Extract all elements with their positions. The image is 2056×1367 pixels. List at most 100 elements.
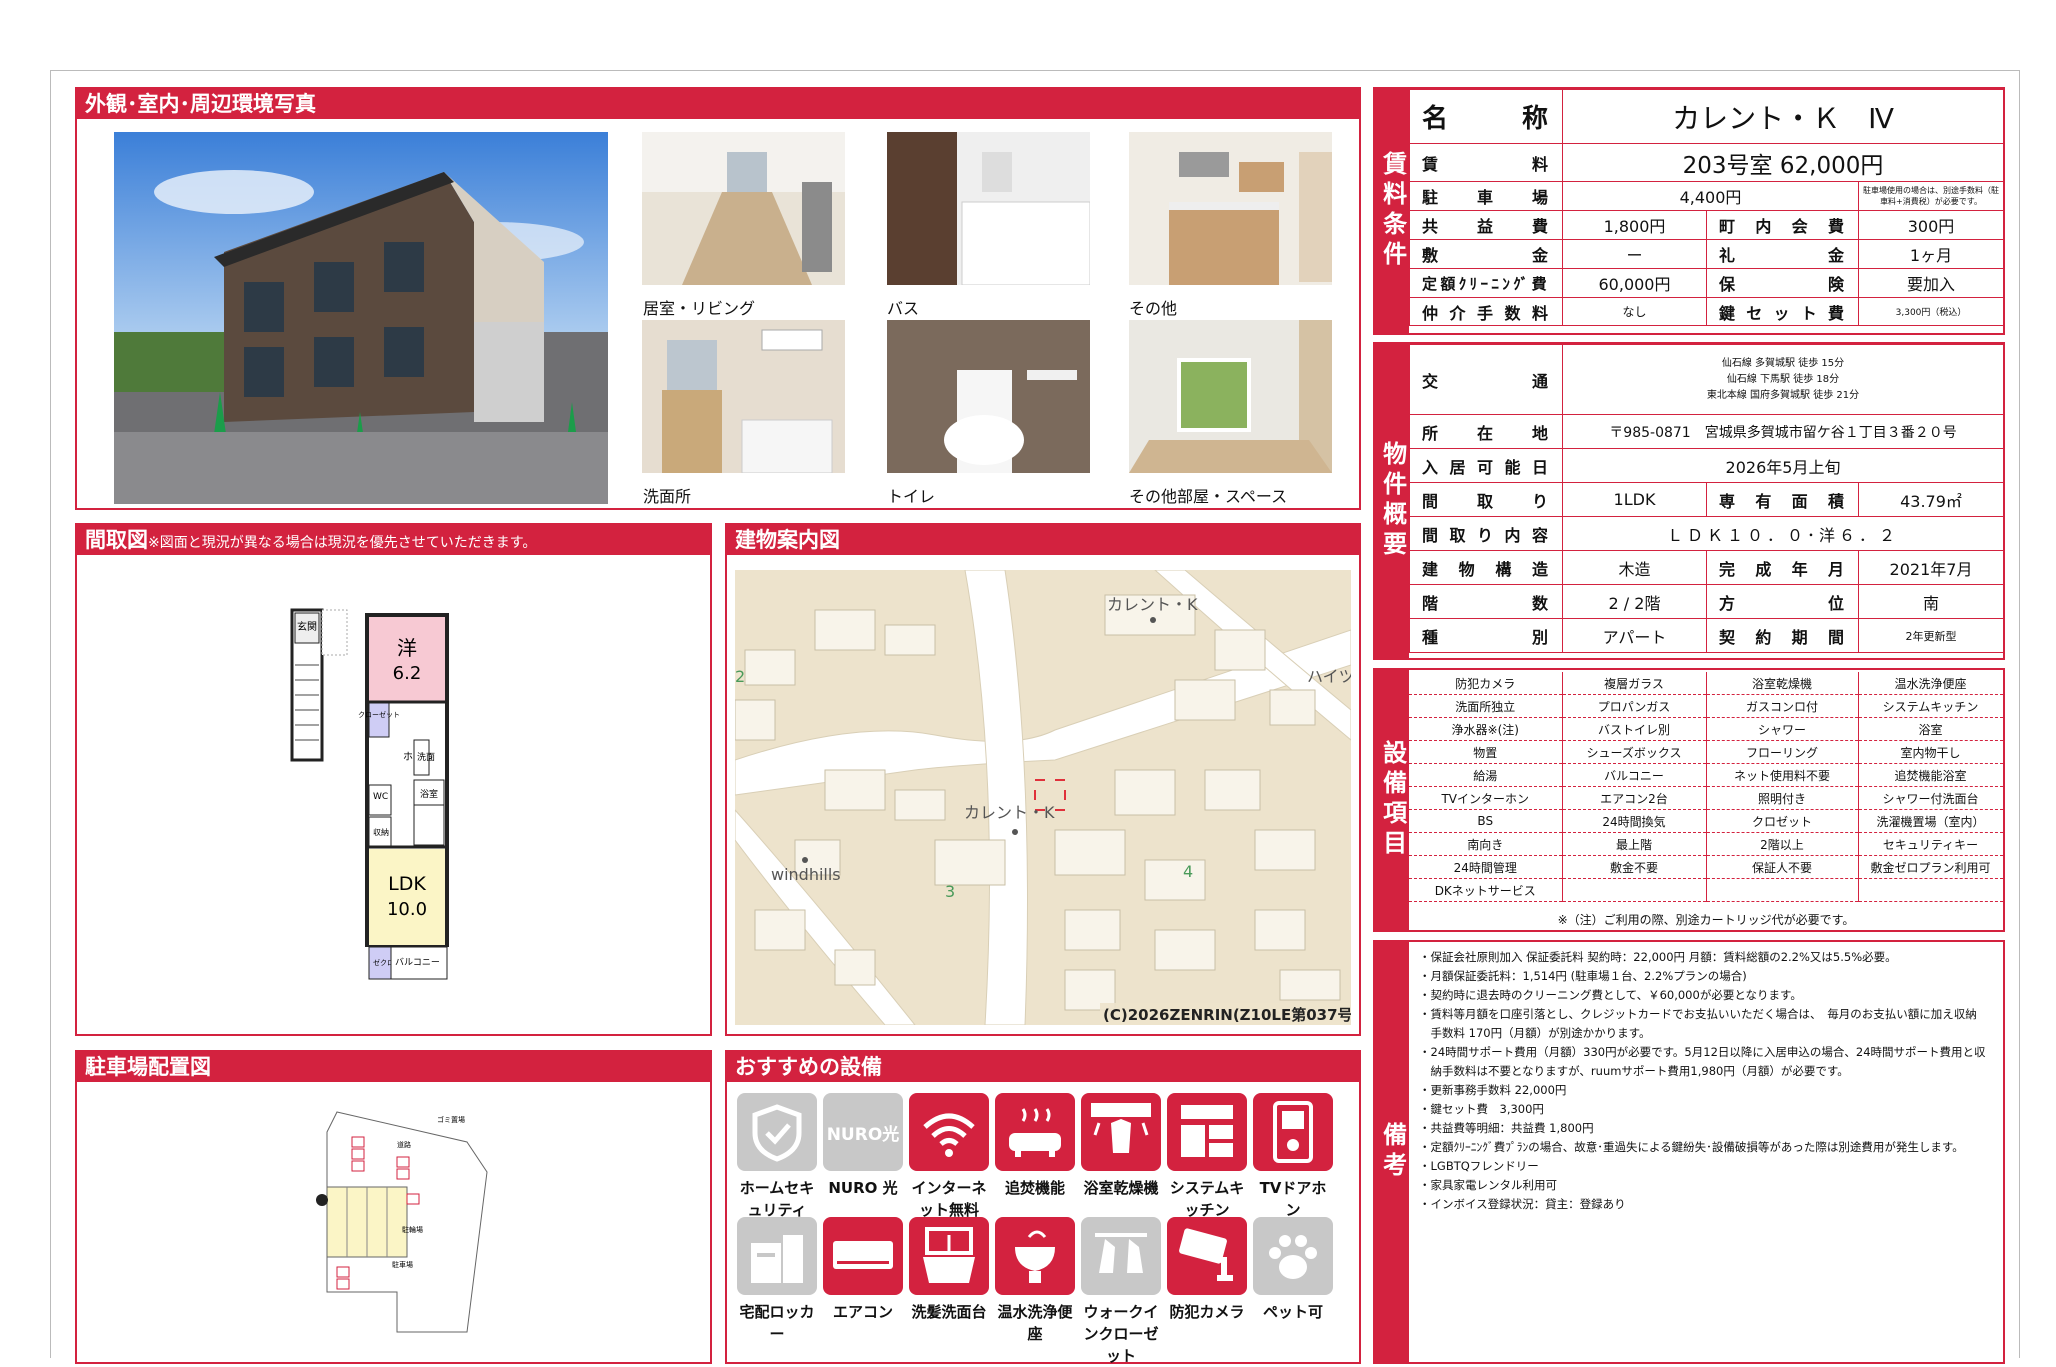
floors-label: 階数 xyxy=(1409,584,1563,619)
caption-living: 居室・リビング xyxy=(643,299,756,318)
equipment-item: 南向き xyxy=(1409,832,1563,856)
rental-table: 名称 カレント・Ｋ Ⅳ 賃料 203号室 62,000円 駐車場 4,400円 … xyxy=(1409,89,2005,326)
equipment-row: 防犯カメラ 複層ガラス 浴室乾燥機 温水洗浄便座 xyxy=(1409,672,2004,695)
equipment-item: DKネットサービス xyxy=(1409,878,1563,902)
rental-tab: 賃料条件 xyxy=(1375,89,1409,333)
rental-panel: 賃料条件 名称 カレント・Ｋ Ⅳ 賃料 203号室 62,000円 駐車場 4,… xyxy=(1373,87,2005,335)
equipment-item: クロゼット xyxy=(1706,809,1859,833)
address-label: 所在地 xyxy=(1409,414,1563,449)
cleaning-fee-label: 定額ｸﾘｰﾆﾝｸﾞ費 xyxy=(1409,268,1563,298)
recommended-item: 浴室乾燥機 xyxy=(1081,1093,1161,1199)
equipment-tab: 設備項目 xyxy=(1375,670,1409,930)
label-balcony: バルコニー xyxy=(395,957,440,968)
recommended-item: ホームセキュリティ xyxy=(737,1093,817,1221)
remark-line: ・月額保証委託料：1,514円 (駐車場１台、2.2%プランの場合) xyxy=(1419,969,1747,983)
other-room-photo[interactable] xyxy=(1129,320,1332,473)
equipment-row: DKネットサービス xyxy=(1409,878,2004,902)
recommended-item-label: 温水洗浄便座 xyxy=(997,1303,1073,1343)
deposit-value: ー xyxy=(1562,239,1707,269)
equipment-item: 洗面所独立 xyxy=(1409,694,1563,718)
nuro-icon: NURO光 xyxy=(823,1093,903,1171)
recommended-item-label: TVドアホン xyxy=(1259,1179,1327,1219)
town-fee-value: 300円 xyxy=(1857,210,2005,240)
map-copyright: (C)2026ZENRIN(Z10LE第037号) xyxy=(1103,1006,1351,1024)
equipment-row: 物置 シューズボックス フローリング 室内物干し xyxy=(1409,740,2004,764)
layout-detail-label: 間取り内容 xyxy=(1409,516,1563,551)
equipment-item: バストイレ別 xyxy=(1562,717,1707,741)
structure-value: 木造 xyxy=(1562,550,1707,585)
equipment-item: 室内物干し xyxy=(1858,740,2004,764)
equipment-footnote: ※（注）ご利用の際、別途カートリッジ代が必要です。 xyxy=(1557,913,1855,927)
remark-line: ・共益費等明細：共益費 1,800円 xyxy=(1419,1121,1594,1135)
equipment-item: 物置 xyxy=(1409,740,1563,764)
floorplan-panel: 間取図※図面と現況が異なる場合は現況を優先させていただきます。 玄関 洋 6.2… xyxy=(75,523,712,1036)
label-ldk-size: 10.0 xyxy=(387,899,427,920)
remark-line: ・鍵セット費 3,300円 xyxy=(1419,1102,1544,1116)
equipment-item: プロパンガス xyxy=(1562,694,1707,718)
washroom-photo[interactable] xyxy=(642,320,845,473)
common-fee-label: 共益費 xyxy=(1409,210,1563,240)
equipment-table: 防犯カメラ 複層ガラス 浴室乾燥機 温水洗浄便座 洗面所独立 プロパンガス ガスコンロ付 シス… xyxy=(1409,672,2004,902)
movein-label: 入居可能日 xyxy=(1409,448,1563,483)
equipment-item: ネット使用料不要 xyxy=(1706,763,1859,787)
equipment-item: TVインターホン xyxy=(1409,786,1563,810)
equipment-item: 敷金不要 xyxy=(1562,855,1707,879)
town-fee-label: 町内会費 xyxy=(1706,210,1859,240)
recommended-item-label: ホームセキュリティ xyxy=(739,1179,815,1219)
equipment-item: 防犯カメラ xyxy=(1409,672,1563,695)
floorplan-drawing: 玄関 洋 6.2 クローゼット ホール 洗面 浴室 WC 収納 LDK 10.0… xyxy=(290,608,449,980)
remark-line: ・契約時に退去時のクリーニング費として、￥60,000が必要となります。 xyxy=(1419,988,1802,1002)
label-western: 洋 xyxy=(397,636,417,660)
key-money-label: 礼金 xyxy=(1706,239,1859,269)
cleaning-fee-value: 60,000円 xyxy=(1562,268,1707,298)
equipment-item: 保証人不要 xyxy=(1706,855,1859,879)
recommended-item-label: 浴室乾燥機 xyxy=(1083,1179,1159,1197)
recommended-item: 追焚機能 xyxy=(995,1093,1075,1199)
equipment-item: エアコン2台 xyxy=(1562,786,1707,810)
other-photo[interactable] xyxy=(1129,132,1332,285)
bathtub-icon xyxy=(995,1093,1075,1171)
map-title: 建物案内図 xyxy=(727,525,1359,555)
exterior-photo[interactable] xyxy=(114,132,608,504)
equipment-row: 南向き 最上階 2階以上 セキュリティキー xyxy=(1409,832,2004,856)
bath-photo[interactable] xyxy=(887,132,1090,285)
equipment-item: セキュリティキー xyxy=(1858,832,2004,856)
remark-line: ・更新事務手数料 22,000円 xyxy=(1419,1083,1567,1097)
equipment-item: 敷金ゼロプラン利用可 xyxy=(1858,855,2004,879)
area-map[interactable]: カレント・K カレント・K windhills ハイツ 3 4 2 (C)202… xyxy=(735,570,1351,1025)
living-room-photo[interactable] xyxy=(642,132,845,285)
movein-value: 2026年5月上旬 xyxy=(1561,448,2005,483)
equipment-row: BS 24時間換気 クロゼット 洗濯機置場（室内） xyxy=(1409,809,2004,833)
recommended-item: 温水洗浄便座 xyxy=(995,1217,1075,1345)
equipment-item: シャワー xyxy=(1706,717,1859,741)
area-label: 専有面積 xyxy=(1706,482,1859,517)
equipment-item: 追焚機能浴室 xyxy=(1858,763,2004,787)
label-wash: 洗面 xyxy=(417,751,435,763)
property-name: カレント・Ｋ Ⅳ xyxy=(1561,89,2005,144)
equipment-item: 2階以上 xyxy=(1706,832,1859,856)
keyset-fee-label: 鍵セット費 xyxy=(1706,297,1859,326)
remark-line: 納手数料は不要となりますが、ruumサポート費用1,980円（月額）が必要です。 xyxy=(1419,1064,1849,1078)
equipment-item: BS xyxy=(1409,809,1563,833)
structure-label: 建物構造 xyxy=(1409,550,1563,585)
property-panel: 物件概要 交通 仙石線 多賀城駅 徒歩 15分 仙石線 下馬駅 徒歩 18分 東… xyxy=(1373,342,2005,660)
equipment-row: 24時間管理 敷金不要 保証人不要 敷金ゼロプラン利用可 xyxy=(1409,855,2004,879)
label-closet: クローゼット xyxy=(358,710,400,719)
type-label: 種別 xyxy=(1409,618,1563,653)
toilet-icon xyxy=(995,1217,1075,1295)
parking-fee-label: 駐車場 xyxy=(1409,181,1563,211)
nuro-icon-text: NURO光 xyxy=(826,1124,900,1145)
remarks-panel: 備考 ・保証会社原則加入 保証委託料 契約時：22,000円 月額：賃料総額の2… xyxy=(1373,940,2005,1364)
layout-detail-value: ＬＤＫ１０．０･洋６．２ xyxy=(1561,516,2005,551)
map-panel: 建物案内図 カレント・K カレント・K windhills ハイツ 3 4 2 xyxy=(725,523,1361,1036)
direction-label: 方位 xyxy=(1706,584,1859,619)
rent-value: 203号室 62,000円 xyxy=(1561,143,2005,182)
bath-dryer-icon xyxy=(1081,1093,1161,1171)
transport-line-2: 仙石線 下馬駅 徒歩 18分 xyxy=(1726,373,1840,385)
parking-label-road: 道路 xyxy=(397,1140,411,1149)
type-value: アパート xyxy=(1562,618,1707,653)
toilet-photo[interactable] xyxy=(887,320,1090,473)
floorplan-title: 間取図※図面と現況が異なる場合は現況を優先させていただきます。 xyxy=(77,525,710,555)
name-label: 名称 xyxy=(1409,89,1563,144)
wifi-icon xyxy=(909,1093,989,1171)
